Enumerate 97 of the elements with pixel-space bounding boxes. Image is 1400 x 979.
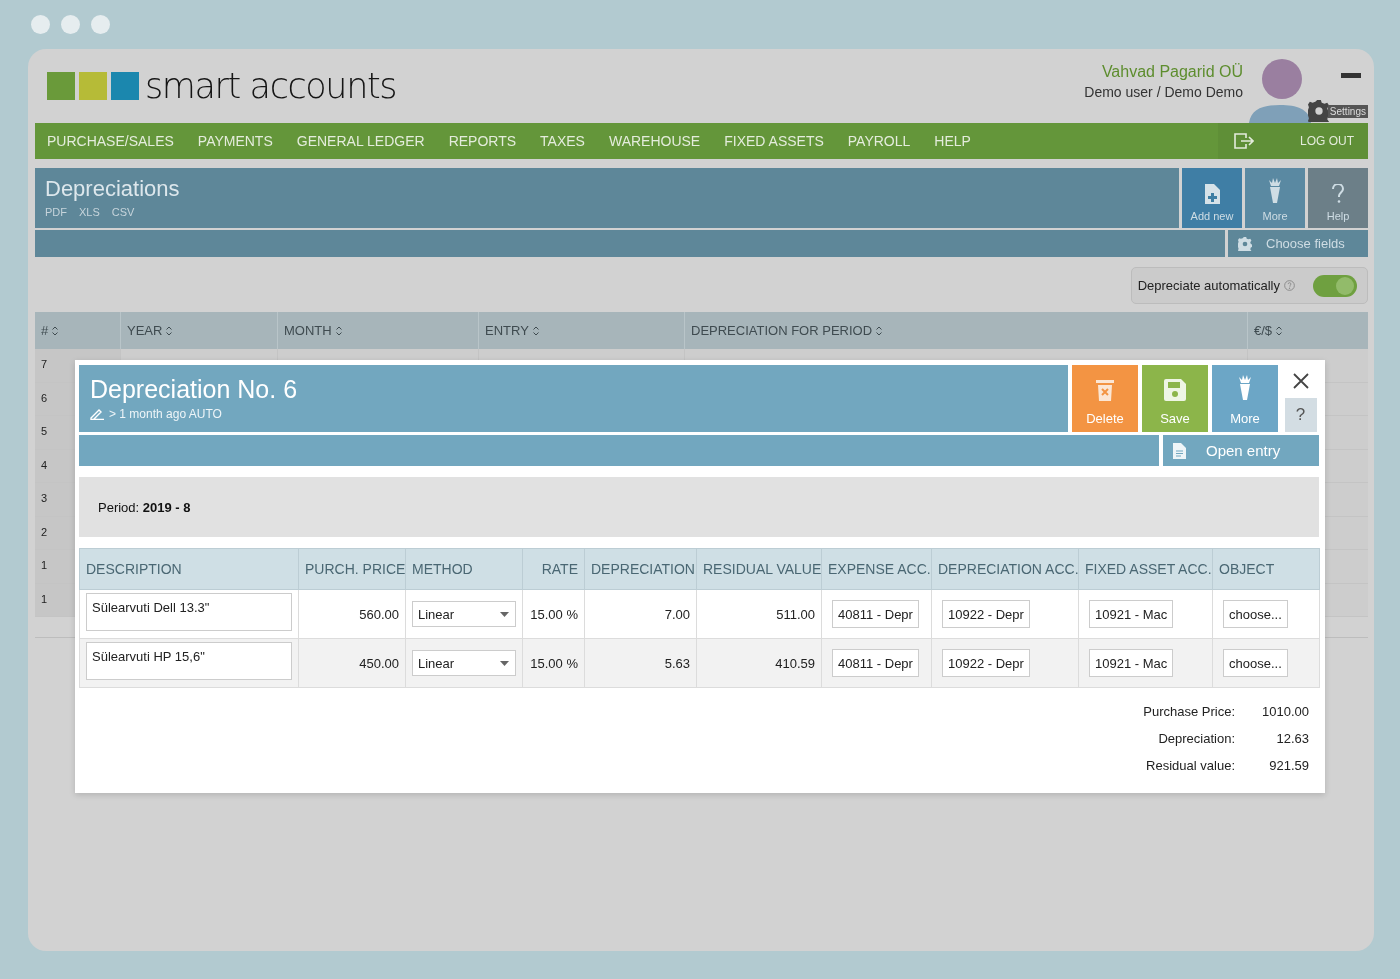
help-button[interactable]: Help [1308,168,1368,228]
description-field[interactable]: Sülearvuti Dell 13.3" [86,593,292,631]
table-cell: 511.00 [696,589,822,639]
column-header: RATE [522,548,585,590]
question-mark-icon [1331,184,1345,204]
carrot-icon [1268,178,1282,204]
sort-icon[interactable] [876,325,883,336]
delete-button[interactable]: Delete [1072,365,1138,432]
column-header[interactable]: ENTRY [485,323,529,338]
logout-link[interactable]: LOG OUT [1300,134,1354,148]
column-header: FIXED ASSET ACC. [1078,548,1213,590]
more-button[interactable]: More [1212,365,1278,432]
description-field[interactable]: Sülearvuti HP 15,6" [86,642,292,680]
carrot-icon [1238,375,1252,401]
column-header: EXPENSE ACC. [821,548,932,590]
column-header: OBJECT [1212,548,1320,590]
minimize-icon[interactable] [1341,72,1361,78]
gear-icon[interactable] [1307,100,1330,122]
table-cell: 15.00 % [522,638,585,688]
trash-icon [1096,379,1114,401]
table-cell: 5.63 [584,638,697,688]
account-field[interactable]: 10921 - Mac [1089,600,1174,628]
window-dot[interactable] [91,15,110,34]
table-cell: 410.59 [696,638,822,688]
total-value: 1010.00 [1261,704,1309,719]
object-field[interactable]: choose... [1223,649,1288,677]
add-new-button[interactable]: Add new [1182,168,1242,228]
account-field[interactable]: 10922 - Depr [942,649,1030,677]
nav-link[interactable]: FIXED ASSETS [724,133,824,149]
method-dropdown[interactable]: Linear [412,601,516,627]
column-header: DESCRIPTION [79,548,299,590]
column-header[interactable]: YEAR [127,323,163,338]
sort-icon[interactable] [532,325,539,336]
sort-icon[interactable] [166,325,173,336]
logo-square [79,72,107,100]
account-field[interactable]: 10922 - Depr [942,600,1030,628]
account-field[interactable]: 40811 - Depr [832,600,919,628]
table-cell: 15.00 % [522,589,585,639]
choose-fields-button[interactable]: Choose fields [1228,230,1368,257]
sort-icon[interactable] [335,325,342,336]
open-entry-button[interactable]: Open entry [1163,435,1319,466]
settings-label[interactable]: Settings [1327,104,1368,118]
total-value: 12.63 [1275,731,1309,746]
logo-text: smart accounts [145,66,397,106]
total-label: Residual value: [1145,758,1236,773]
export-link[interactable]: PDF [45,206,67,218]
column-header[interactable]: €/$ [1254,323,1273,338]
object-field[interactable]: choose... [1223,600,1288,628]
more-button[interactable]: More [1245,168,1305,228]
account-field[interactable]: 40811 - Depr [832,649,919,677]
total-label: Purchase Price: [1143,704,1236,719]
caret-icon [500,660,509,666]
logout-icon[interactable] [1234,133,1254,149]
column-header[interactable]: DEPRECIATION FOR PERIOD [691,323,873,338]
nav-link[interactable]: WAREHOUSE [608,133,701,149]
column-header: RESIDUAL VALUE [696,548,822,590]
account-field[interactable]: 10921 - Mac [1089,649,1174,677]
nav-link[interactable]: TAXES [540,133,585,149]
table-cell: 7.00 [584,589,697,639]
window-dot[interactable] [61,15,80,34]
export-link[interactable]: CSV [111,206,135,218]
nav-link[interactable]: GENERAL LEDGER [296,133,425,149]
table-cell: 450.00 [298,638,406,688]
column-header: METHOD [405,548,523,590]
column-header: PURCH. PRICE [298,548,406,590]
close-icon[interactable] [1292,373,1309,389]
total-value: 921.59 [1268,758,1309,773]
nav-link[interactable]: PAYMENTS [197,133,273,149]
logo-square [111,72,139,100]
method-dropdown[interactable]: Linear [412,650,516,676]
total-label: Depreciation: [1157,731,1236,746]
export-link[interactable]: XLS [79,206,100,218]
help-button[interactable]: ? [1284,398,1317,432]
column-header: DEPRECIATION [584,548,697,590]
save-button[interactable]: Save [1142,365,1208,432]
nav-link[interactable]: PAYROLL [847,133,911,149]
add-document-icon [1204,184,1220,204]
table-cell: 560.00 [298,589,406,639]
column-header: DEPRECIATION ACC. [931,548,1079,590]
sort-icon[interactable] [52,325,59,336]
gear-icon [1238,236,1252,251]
pencil-icon [90,408,105,420]
user-name: Demo user / Demo Demo [1084,83,1243,102]
column-header[interactable]: MONTH [284,323,332,338]
nav-link[interactable]: PURCHASE/SALES [47,133,174,149]
nav-link[interactable]: REPORTS [448,133,517,149]
window-dot[interactable] [31,15,50,34]
logo-square [47,72,75,100]
page-title: Depreciations [45,176,181,202]
column-header[interactable]: # [41,323,49,338]
nav-link[interactable]: HELP [934,133,971,149]
document-icon [1173,442,1186,459]
toggle-label: Depreciate automatically [1137,278,1280,293]
company-name: Vahvad Pagarid OÜ [1100,62,1243,82]
sort-icon[interactable] [1276,325,1283,336]
caret-icon [500,611,509,617]
toggle-switch[interactable] [1313,274,1357,297]
